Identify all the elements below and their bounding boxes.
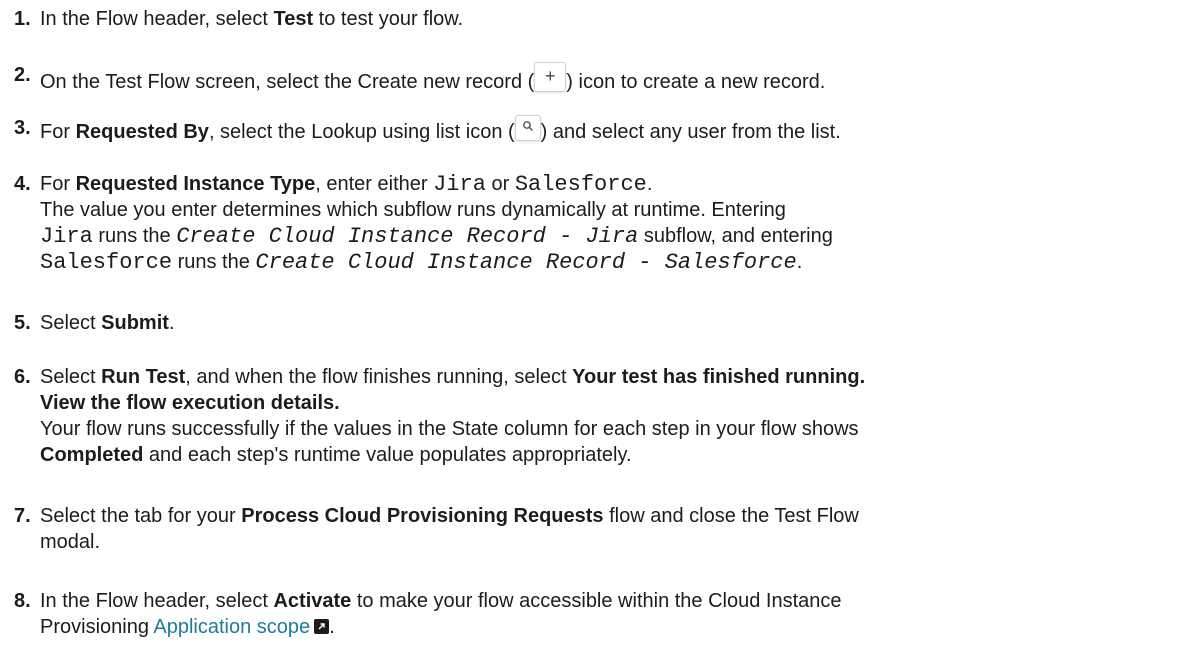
code-salesforce: Salesforce [40, 250, 173, 275]
step-text: . [796, 251, 803, 273]
step-text: In the Flow header, select [40, 8, 274, 30]
step-number: 6. [14, 366, 31, 388]
step-number: 5. [14, 312, 31, 334]
process-cloud-provisioning-label: Process Cloud Provisioning Requests [241, 505, 604, 527]
code-jira: Jira [40, 224, 93, 249]
step-text: and each step's runtime value populates … [143, 444, 632, 466]
step-2: 2. On the Test Flow screen, select the C… [14, 62, 1179, 95]
step-7: 7. Select the tab for your Process Cloud… [14, 503, 1179, 555]
step-text: runs the [172, 251, 256, 273]
step-6: 6. Select Run Test, and when the flow fi… [14, 364, 1179, 468]
step-text: or [485, 173, 515, 195]
step-text: subflow, and entering [638, 225, 833, 247]
completed-label: Completed [40, 444, 144, 466]
step-text: ) and select any user from the list. [540, 121, 841, 143]
instruction-steps: 1. In the Flow header, select Test to te… [0, 0, 1189, 672]
step-text: For [40, 173, 76, 195]
step-text: On the Test Flow screen, select the Crea… [40, 71, 535, 93]
step-text: , select the Lookup using list icon ( [208, 121, 515, 143]
step-text: Your flow runs successfully if the value… [40, 418, 859, 440]
code-salesforce: Salesforce [514, 172, 647, 197]
step-text: runs the [92, 225, 177, 247]
step-text: to make your flow accessible within the … [351, 590, 842, 612]
step-number: 2. [14, 64, 31, 86]
run-test-label: Run Test [101, 366, 186, 388]
step-number: 4. [14, 173, 31, 195]
step-text: For [40, 121, 76, 143]
step-text: In the Flow header, select [40, 590, 274, 612]
step-text: ) icon to create a new record. [566, 71, 826, 93]
requested-by-label: Requested By [75, 121, 209, 143]
submit-label: Submit [101, 312, 169, 334]
application-scope-link[interactable]: Application scope [153, 616, 310, 638]
step-text: . [329, 616, 335, 638]
step-text: flow and close the Test Flow [603, 505, 859, 527]
view-execution-details-label: View the flow execution details. [40, 392, 340, 414]
subflow-name-jira: Create Cloud Instance Record - Jira [176, 224, 639, 249]
step-number: 7. [14, 505, 31, 527]
step-text: modal. [40, 531, 101, 553]
step-number: 3. [14, 117, 31, 139]
step-5: 5. Select Submit. [14, 310, 1179, 336]
step-text: to test your flow. [313, 8, 464, 30]
code-jira: Jira [433, 172, 486, 197]
test-label: Test [273, 8, 314, 30]
test-finished-label: Your test has finished running. [572, 366, 866, 388]
activate-label: Activate [273, 590, 352, 612]
step-1: 1. In the Flow header, select Test to te… [14, 6, 1179, 32]
external-link-icon[interactable] [314, 619, 330, 634]
step-8: 8. In the Flow header, select Activate t… [14, 588, 1179, 640]
step-text: . [646, 173, 653, 195]
step-text: Provisioning [40, 616, 154, 638]
step-text: Select the tab for your [40, 505, 242, 527]
plus-icon: + [534, 62, 567, 92]
step-text: , and when the flow finishes running, se… [185, 366, 573, 388]
subflow-name-salesforce: Create Cloud Instance Record - Salesforc… [255, 250, 797, 275]
step-text: The value you enter determines which sub… [40, 199, 786, 221]
step-text: Select [40, 366, 102, 388]
step-4: 4. For Requested Instance Type, enter ei… [14, 171, 1179, 275]
step-3: 3. For Requested By, select the Lookup u… [14, 115, 1179, 145]
requested-instance-type-label: Requested Instance Type [75, 173, 316, 195]
step-text: , enter either [315, 173, 434, 195]
step-text: . [168, 312, 175, 334]
step-number: 8. [14, 590, 31, 612]
step-number: 1. [14, 8, 31, 30]
step-text: Select [40, 312, 102, 334]
search-icon [514, 115, 541, 141]
